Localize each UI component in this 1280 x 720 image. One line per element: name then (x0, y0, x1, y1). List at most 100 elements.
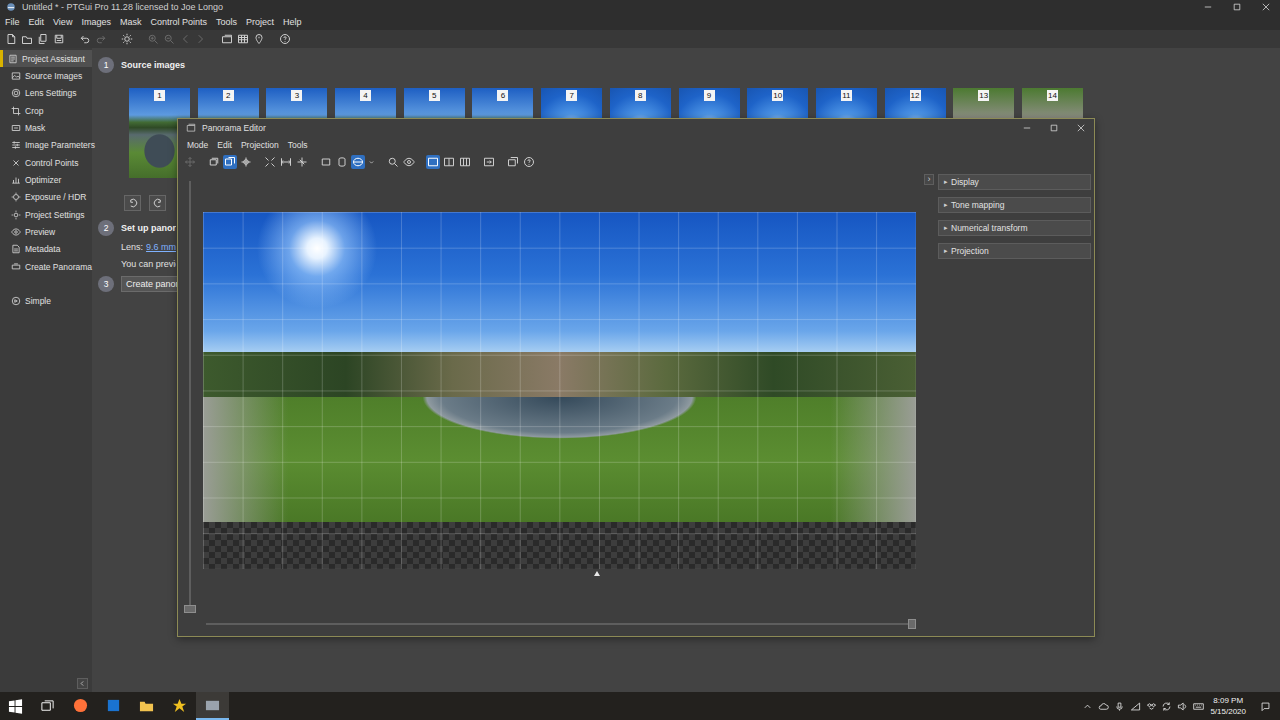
horizon-marker[interactable] (594, 571, 600, 576)
close-button[interactable] (1251, 0, 1280, 14)
window-button[interactable] (506, 155, 520, 169)
transform-button[interactable] (482, 155, 496, 169)
sidebar-item[interactable]: Exposure / HDR (0, 189, 92, 206)
panel-header[interactable]: ▸Tone mapping (938, 197, 1091, 213)
location-button[interactable] (252, 32, 266, 46)
menu-item[interactable]: Project (246, 17, 274, 27)
sidebar-item[interactable]: Image Parameters (0, 137, 92, 154)
zoom-button[interactable] (386, 155, 400, 169)
horizontal-slider[interactable] (206, 620, 920, 628)
cylinder-button[interactable] (335, 155, 349, 169)
dropdown-button[interactable] (367, 155, 376, 169)
eye-button[interactable] (402, 155, 416, 169)
editor-close-button[interactable] (1067, 119, 1094, 137)
sidebar-item[interactable]: Create Panorama (0, 258, 92, 275)
sidebar-item[interactable]: Optimizer (0, 171, 92, 188)
help-button[interactable] (278, 32, 292, 46)
level-button[interactable] (295, 155, 309, 169)
sidebar-item[interactable]: Control Points (0, 154, 92, 171)
network-tray-button[interactable] (1127, 692, 1143, 720)
zoom-out-button[interactable] (162, 32, 176, 46)
sidebar-item[interactable]: Mask (0, 119, 92, 136)
collapse-panel-button[interactable]: › (924, 174, 934, 185)
cloud-tray-button[interactable] (1096, 692, 1112, 720)
layers-button[interactable] (207, 155, 221, 169)
save-button[interactable] (52, 32, 66, 46)
menu-item[interactable]: Projection (241, 140, 279, 150)
sidebar-item[interactable]: Project Settings (0, 206, 92, 223)
file-explorer-taskbar-button[interactable] (130, 692, 163, 720)
move-button[interactable] (183, 155, 197, 169)
task-view-button[interactable] (30, 692, 64, 720)
previous-button[interactable] (178, 32, 192, 46)
mic-tray-button[interactable] (1112, 692, 1128, 720)
rotate-left-button[interactable] (124, 195, 141, 211)
editor-minimize-button[interactable] (1013, 119, 1040, 137)
menu-item[interactable]: Edit (29, 17, 45, 27)
start-button[interactable] (0, 692, 30, 720)
view-side-button[interactable] (458, 155, 472, 169)
view-full-button[interactable] (426, 155, 440, 169)
copy-button[interactable] (36, 32, 50, 46)
simple-mode-item[interactable]: Simple (0, 292, 92, 309)
editor-title-bar[interactable]: Panorama Editor (178, 119, 1094, 137)
panel-header[interactable]: ▸Display (938, 174, 1091, 190)
fit-width-button[interactable] (279, 155, 293, 169)
sidebar-item[interactable]: Source Images (0, 67, 92, 84)
menu-item[interactable]: Tools (216, 17, 237, 27)
help-button[interactable] (522, 155, 536, 169)
rectilinear-button[interactable] (319, 155, 333, 169)
ptgui-taskbar-button[interactable] (196, 692, 229, 720)
menu-item[interactable]: Mode (187, 140, 208, 150)
sphere-button[interactable] (351, 155, 365, 169)
panorama-preview[interactable] (203, 212, 916, 569)
layer-edit-button[interactable] (223, 155, 237, 169)
menu-item[interactable]: View (53, 17, 72, 27)
sidebar-item[interactable]: Project Assistant (0, 50, 92, 67)
volume-tray-button[interactable] (1175, 692, 1191, 720)
new-button[interactable] (4, 32, 18, 46)
lens-link[interactable]: 9.6 mm ci (146, 242, 176, 252)
menu-item[interactable]: File (5, 17, 20, 27)
panorama-editor-window[interactable]: Panorama Editor Mode Edit Projection Tools › ▸… (177, 118, 1095, 637)
panorama-editor-button[interactable] (220, 32, 234, 46)
panel-header[interactable]: ▸Projection (938, 243, 1091, 259)
menu-item[interactable]: Control Points (150, 17, 207, 27)
keyboard-tray-button[interactable] (1191, 692, 1207, 720)
undo-button[interactable] (78, 32, 92, 46)
fit-button[interactable] (263, 155, 277, 169)
create-panorama-button[interactable]: Create panora (121, 276, 177, 292)
slider-thumb[interactable] (908, 619, 916, 629)
clock[interactable]: 8:09 PM5/15/2020 (1206, 692, 1250, 720)
table-button[interactable] (236, 32, 250, 46)
view-split-button[interactable] (442, 155, 456, 169)
sidebar-item[interactable]: Metadata (0, 241, 92, 258)
sidebar-item[interactable]: Preview (0, 223, 92, 240)
slider-thumb[interactable] (184, 605, 196, 613)
editor-maximize-button[interactable] (1040, 119, 1067, 137)
menu-item[interactable]: Images (81, 17, 111, 27)
next-button[interactable] (194, 32, 208, 46)
chevron-tray-button[interactable] (1080, 692, 1096, 720)
outlook-taskbar-button[interactable] (97, 692, 130, 720)
menu-item[interactable]: Mask (120, 17, 142, 27)
sidebar-item[interactable]: Crop (0, 102, 92, 119)
redo-button[interactable] (94, 32, 108, 46)
collapse-sidebar-button[interactable] (77, 678, 88, 689)
dropbox-tray-button[interactable] (1143, 692, 1159, 720)
maximize-button[interactable] (1222, 0, 1251, 14)
settings-button[interactable] (120, 32, 134, 46)
menu-item[interactable]: Tools (288, 140, 308, 150)
menu-item[interactable]: Help (283, 17, 302, 27)
menu-item[interactable]: Edit (217, 140, 232, 150)
minimize-button[interactable] (1193, 0, 1222, 14)
sync-tray-button[interactable] (1159, 692, 1175, 720)
rotate-right-button[interactable] (149, 195, 166, 211)
firefox-taskbar-button[interactable] (64, 692, 97, 720)
crosshair-button[interactable] (239, 155, 253, 169)
sidebar-item[interactable]: Lens Settings (0, 85, 92, 102)
panel-header[interactable]: ▸Numerical transform (938, 220, 1091, 236)
open-button[interactable] (20, 32, 34, 46)
notifications-button[interactable] (1250, 692, 1280, 720)
zoom-in-button[interactable] (146, 32, 160, 46)
